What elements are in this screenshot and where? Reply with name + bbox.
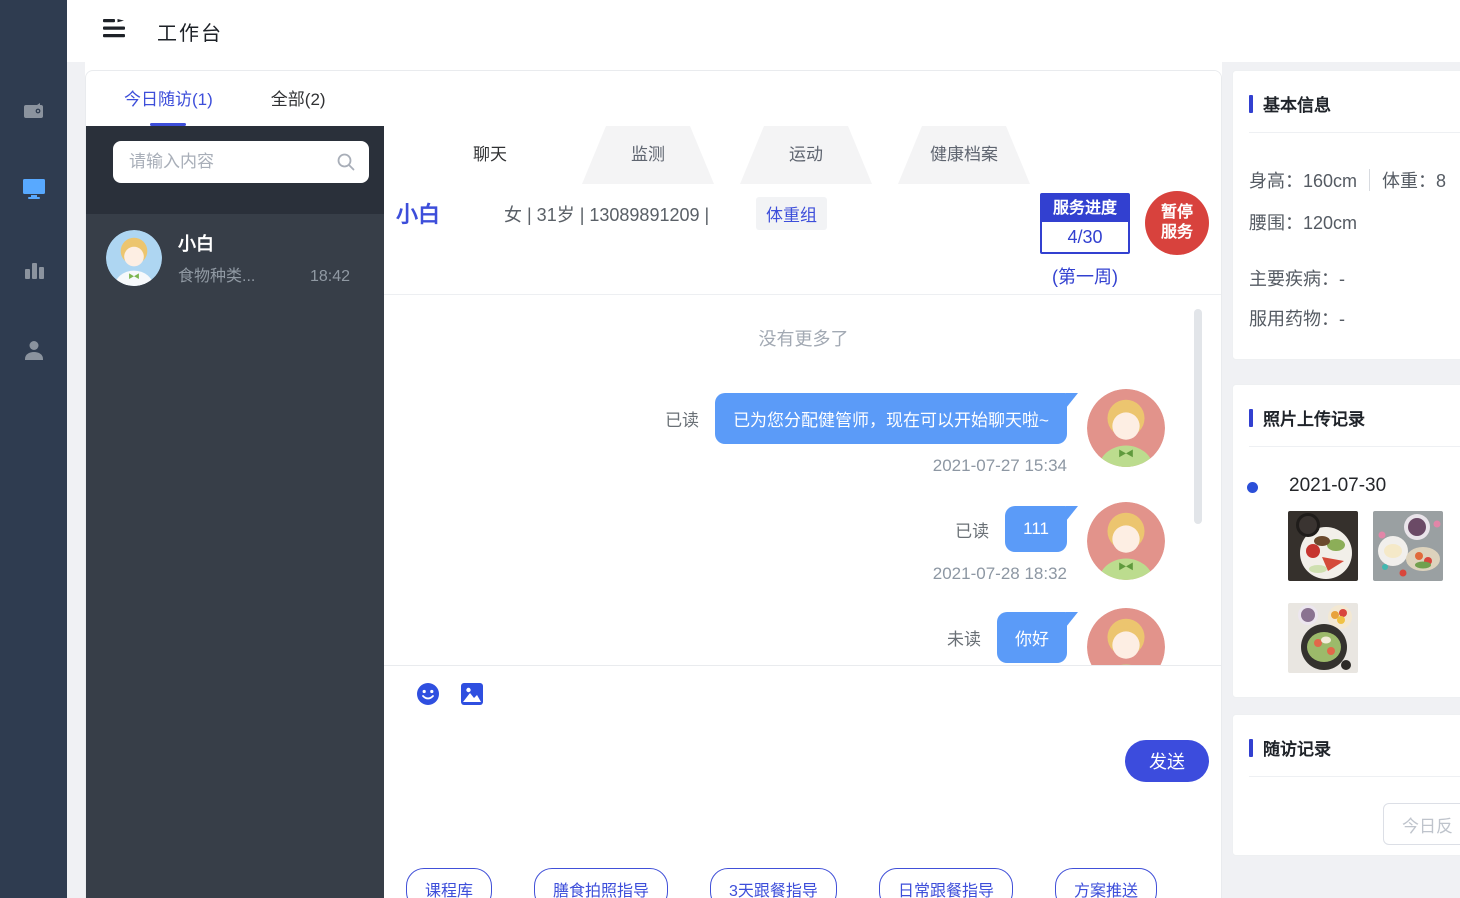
chat-message-area: 没有更多了 已读 已为您分配健管师，现在可以开始聊天啦~ 2021-07-27 … [384,295,1222,665]
avatar [1087,389,1165,467]
read-status: 已读 [955,517,989,542]
search-icon[interactable] [335,151,357,178]
divider [1249,132,1460,133]
no-more-text: 没有更多了 [384,325,1222,351]
read-status: 已读 [665,406,699,431]
quick-action-daily-meal-guide[interactable]: 日常跟餐指导 [879,868,1013,898]
avatar [1087,502,1165,580]
roster-item-preview: 食物种类... [178,262,255,286]
chat-message: 未读 你好 [384,608,1222,665]
message-time: 2021-07-28 18:32 [933,564,1067,584]
service-progress-label: 服务进度 [1042,195,1128,222]
chat-message: 已读 111 2021-07-28 18:32 [384,502,1222,584]
tab-all[interactable]: 全部(2) [271,85,326,112]
quick-action-plan-push[interactable]: 方案推送 [1055,868,1157,898]
emoji-icon[interactable] [416,682,440,711]
chat-pane: 聊天 监测 运动 健康档案 小白 女 | 31岁 | 13089891209 |… [384,71,1222,898]
scrollbar[interactable] [1194,309,1202,524]
tab-today-followup[interactable]: 今日随访(1) [124,85,213,112]
monitor-icon[interactable] [0,166,67,210]
basic-info-title: 基本信息 [1263,91,1331,116]
quick-action-course-library[interactable]: 课程库 [406,868,492,898]
photo-upload-card: 照片上传记录 2021-07-30 [1232,384,1460,698]
detail-tabs: 聊天 监测 运动 健康档案 [424,126,1030,184]
tab-chat[interactable]: 聊天 [424,126,556,184]
message-time: 2021-07-27 15:34 [933,456,1067,476]
food-photo-thumbnail[interactable] [1373,511,1443,581]
tab-health-record[interactable]: 健康档案 [898,126,1030,184]
patient-roster-panel: 小白 食物种类... 18:42 [86,126,384,898]
chat-input-area[interactable]: 发送 课程库 膳食拍照指导 3天跟餐指导 日常跟餐指导 方案推送 [384,665,1222,898]
medicine-value: 服用药物：- [1249,305,1345,331]
search-box [113,141,369,183]
patient-meta: 女 | 31岁 | 13089891209 | [504,201,709,227]
roster-item-time: 18:42 [310,268,350,286]
sidebar-fold-icon[interactable] [103,19,127,43]
quick-actions-row: 课程库 膳食拍照指导 3天跟餐指导 日常跟餐指导 方案推送 [406,868,1157,898]
patient-group-tag: 体重组 [756,197,827,230]
divider [1369,169,1370,191]
roster-tabs: 今日随访(1) 全部(2) [86,71,384,126]
photo-upload-date: 2021-07-30 [1289,475,1386,497]
basic-info-card: 基本信息 身高：160cm 体重：8 腰围：120cm 主要疾病：- 服用药物：… [1232,70,1460,360]
read-status: 未读 [947,625,981,650]
image-upload-icon[interactable] [460,682,484,711]
message-bubble: 111 [1005,506,1067,552]
workbench-app: 工作台 今日随访(1) 全部(2) [0,0,1460,898]
service-progress-box: 服务进度 4/30 [1040,193,1130,254]
roster-item-main: 小白 食物种类... 18:42 [178,230,350,286]
section-accent-bar [1249,739,1253,757]
photo-upload-title: 照片上传记录 [1263,405,1365,430]
food-photo-thumbnail[interactable] [1288,603,1358,673]
service-week-label: (第一周) [1034,263,1136,289]
section-accent-bar [1249,95,1253,113]
left-nav-rail [0,0,67,898]
food-photo-thumbnail[interactable] [1288,511,1358,581]
roster-search-area [86,126,384,214]
user-icon[interactable] [0,328,67,372]
quick-action-meal-photo-guide[interactable]: 膳食拍照指导 [534,868,668,898]
waist-value: 腰围：120cm [1249,209,1357,235]
avatar [1087,608,1165,665]
today-feedback-button[interactable]: 今日反 [1383,803,1460,845]
avatar [106,230,162,286]
bar-chart-icon[interactable] [0,248,67,292]
message-bubble: 已为您分配健管师，现在可以开始聊天啦~ [715,393,1067,444]
weight-value: 体重：8 [1382,167,1446,193]
divider [1249,446,1460,447]
pause-service-button[interactable]: 暂停服务 [1145,191,1209,255]
followup-record-card: 随访记录 今日反 [1232,714,1460,856]
divider [1249,776,1460,777]
topbar: 工作台 [67,0,1460,62]
section-accent-bar [1249,409,1253,427]
tab-exercise[interactable]: 运动 [740,126,872,184]
chat-message: 已读 已为您分配健管师，现在可以开始聊天啦~ 2021-07-27 15:34 [384,389,1222,476]
message-bubble: 你好 [997,612,1067,663]
disease-value: 主要疾病：- [1249,265,1345,291]
tab-monitoring[interactable]: 监测 [582,126,714,184]
send-button[interactable]: 发送 [1125,740,1209,782]
timeline-dot [1247,482,1258,493]
wallet-icon[interactable] [0,88,67,132]
quick-action-3day-meal-guide[interactable]: 3天跟餐指导 [710,868,837,898]
service-progress-value: 4/30 [1042,222,1128,252]
followup-record-title: 随访记录 [1263,735,1331,760]
patient-name: 小白 [396,197,440,229]
page-title: 工作台 [157,17,223,46]
roster-item-xiaobai[interactable]: 小白 食物种类... 18:42 [86,214,384,302]
roster-item-name: 小白 [178,230,350,256]
main-card: 今日随访(1) 全部(2) 小白 食物种类. [85,70,1222,898]
search-input[interactable] [113,141,369,183]
height-value: 身高：160cm [1249,167,1357,193]
layout-gutter [67,62,85,898]
